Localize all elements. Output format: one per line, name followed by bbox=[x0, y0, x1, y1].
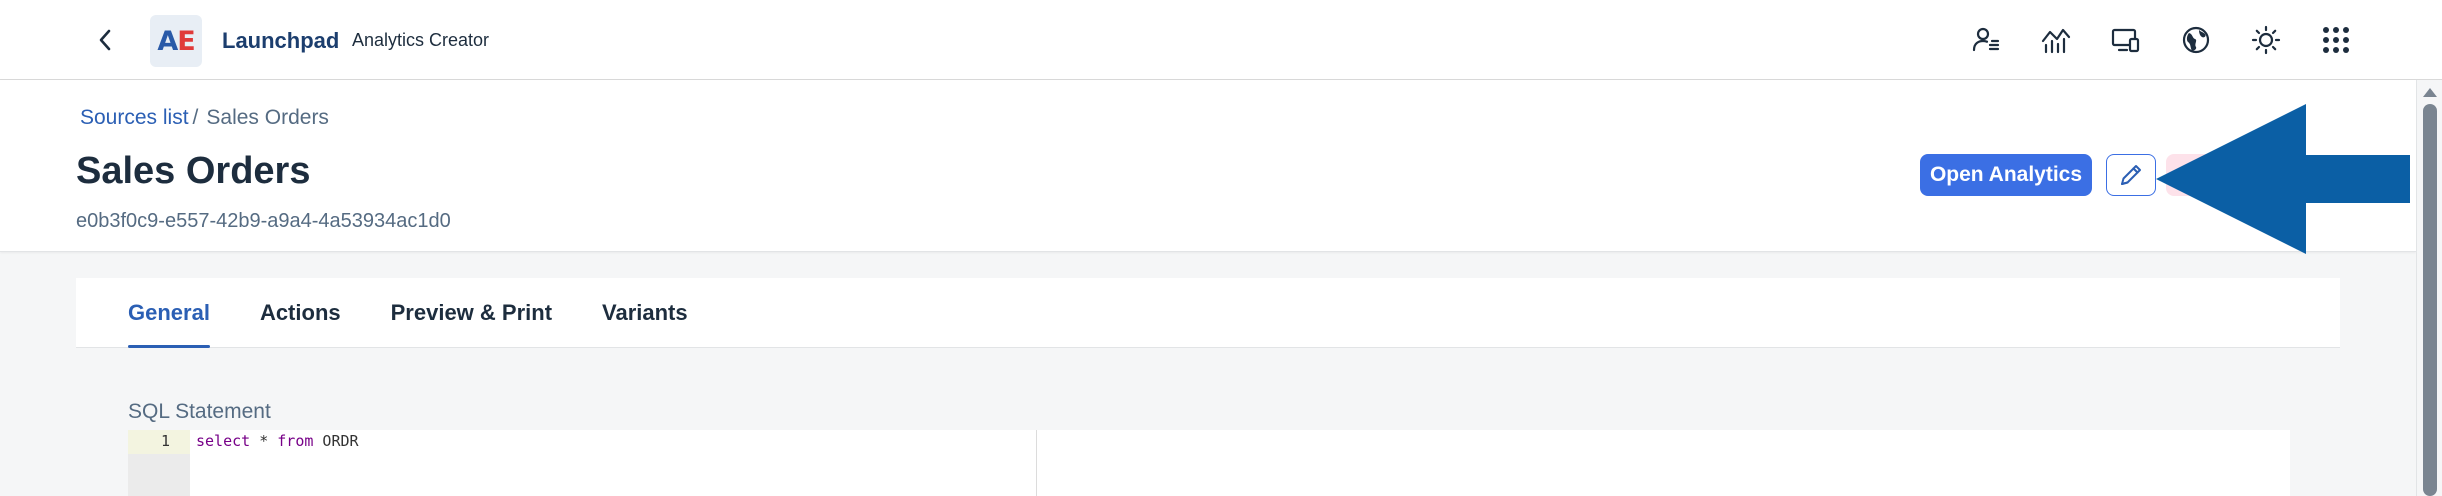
vertical-scrollbar[interactable] bbox=[2416, 80, 2442, 496]
app-logo[interactable]: AE bbox=[150, 15, 202, 67]
breadcrumb: Sources list / Sales Orders bbox=[80, 106, 329, 130]
object-id: e0b3f0c9-e557-42b9-a9a4-4a53934ac1d0 bbox=[76, 210, 451, 232]
editor-split-divider[interactable] bbox=[1036, 430, 1037, 496]
tab-bar: General Actions Preview & Print Variants bbox=[76, 278, 2340, 348]
pencil-icon bbox=[2121, 165, 2141, 185]
tab-preview-print[interactable]: Preview & Print bbox=[391, 278, 552, 347]
sun-icon[interactable] bbox=[2248, 20, 2284, 60]
analytics-chart-icon[interactable] bbox=[2038, 20, 2074, 60]
tab-variants[interactable]: Variants bbox=[602, 278, 688, 347]
shell-actions bbox=[1968, 20, 2354, 60]
sql-editor[interactable]: 1 select * from ORDR bbox=[128, 430, 2290, 496]
chevron-left-icon bbox=[99, 29, 111, 51]
line-number: 1 bbox=[160, 432, 170, 450]
breadcrumb-link-sources-list[interactable]: Sources list bbox=[80, 106, 189, 129]
shell-bar: AE Launchpad Analytics Creator bbox=[0, 0, 2442, 80]
breadcrumb-separator: / bbox=[192, 106, 199, 129]
open-analytics-button[interactable]: Open Analytics bbox=[1920, 154, 2092, 196]
scrollbar-thumb[interactable] bbox=[2423, 104, 2437, 496]
code-line[interactable]: select * from ORDR bbox=[196, 432, 359, 450]
devices-icon[interactable] bbox=[2108, 20, 2144, 60]
app-grid-icon[interactable] bbox=[2318, 20, 2354, 60]
edit-button[interactable] bbox=[2106, 154, 2156, 196]
annotation-arrow bbox=[2156, 104, 2410, 254]
back-button[interactable] bbox=[90, 22, 120, 58]
logo-letter-e: E bbox=[177, 25, 195, 57]
object-header: Sources list / Sales Orders Sales Orders e… bbox=[0, 80, 2416, 252]
tab-actions[interactable]: Actions bbox=[260, 278, 341, 347]
sql-keyword: from bbox=[277, 432, 314, 450]
page-title: Sales Orders bbox=[76, 150, 311, 192]
sql-text: * bbox=[250, 432, 278, 450]
scroll-up-arrow-icon[interactable] bbox=[2423, 88, 2437, 97]
globe-icon[interactable] bbox=[2178, 20, 2214, 60]
tab-general[interactable]: General bbox=[128, 278, 210, 348]
sql-statement-label: SQL Statement bbox=[128, 400, 271, 423]
logo-letter-a: A bbox=[157, 25, 178, 57]
sql-keyword: select bbox=[196, 432, 251, 450]
shell-subtitle: Analytics Creator bbox=[352, 30, 490, 50]
sql-text: ORDR bbox=[313, 432, 359, 450]
breadcrumb-current: Sales Orders bbox=[206, 106, 329, 129]
user-list-icon[interactable] bbox=[1968, 20, 2004, 60]
shell-title[interactable]: Launchpad bbox=[222, 28, 339, 54]
